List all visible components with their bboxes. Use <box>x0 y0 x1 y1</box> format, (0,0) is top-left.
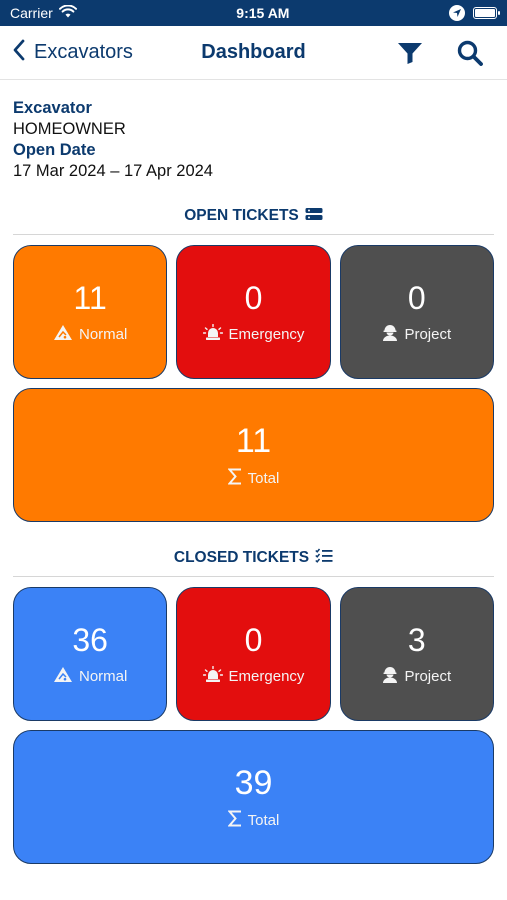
closed-emergency-count: 0 <box>244 621 263 658</box>
open-total-tile[interactable]: 11 Total <box>13 388 494 522</box>
closed-tickets-title: CLOSED TICKETS <box>173 549 310 566</box>
open-emergency-caption: Emergency <box>202 323 305 345</box>
closed-project-count: 3 <box>407 621 426 658</box>
open-total-caption: Total <box>226 468 280 489</box>
search-button[interactable] <box>457 40 483 66</box>
open-emergency-tile[interactable]: 0 Emergency <box>176 245 331 379</box>
filter-icon <box>398 42 422 64</box>
status-time: 9:15 AM <box>236 5 290 21</box>
open-tickets-divider <box>13 234 494 235</box>
closed-emergency-tile[interactable]: 0 Emergency <box>176 587 331 721</box>
closed-tickets-divider <box>13 576 494 577</box>
closed-project-label: Project <box>404 667 452 685</box>
chevron-left-icon <box>12 39 26 67</box>
location-icon <box>448 5 465 21</box>
open-normal-label: Normal <box>78 325 128 343</box>
open-normal-caption: Normal <box>53 324 127 345</box>
closed-tickets-header: CLOSED TICKETS <box>0 548 507 568</box>
nav-bar: Excavators Dashboard <box>0 26 507 80</box>
worker-icon <box>382 324 398 345</box>
checklist-icon <box>315 548 333 568</box>
filter-summary: Excavator HOMEOWNER Open Date 17 Mar 202… <box>0 80 507 182</box>
open-normal-count: 11 <box>73 279 107 316</box>
excavation-warning-icon <box>53 324 73 345</box>
open-total-count: 11 <box>235 421 272 460</box>
back-label: Excavators <box>34 41 133 63</box>
back-button[interactable]: Excavators <box>12 39 133 67</box>
carrier-label: Carrier <box>10 5 53 21</box>
open-tickets-grid: 11 Normal 0 Emergency 0 Project 11 Total <box>0 245 507 522</box>
closed-project-tile[interactable]: 3 Project <box>339 587 494 721</box>
open-date-value: 17 Mar 2024 – 17 Apr 2024 <box>13 162 213 180</box>
open-project-tile[interactable]: 0 Project <box>339 245 494 379</box>
siren-icon <box>202 323 223 345</box>
sigma-icon <box>226 468 242 489</box>
closed-project-caption: Project <box>382 666 451 687</box>
closed-total-tile[interactable]: 39 Total <box>13 730 494 864</box>
open-total-label: Total <box>247 469 280 487</box>
open-project-count: 0 <box>407 279 426 316</box>
closed-emergency-caption: Emergency <box>202 665 305 687</box>
open-emergency-label: Emergency <box>228 325 305 343</box>
worker-icon <box>382 666 398 687</box>
closed-normal-tile[interactable]: 36 Normal <box>13 587 168 721</box>
nav-actions <box>397 40 495 66</box>
closed-normal-caption: Normal <box>53 666 127 687</box>
closed-total-count: 39 <box>234 763 273 802</box>
excavator-label: Excavator <box>13 99 92 117</box>
closed-normal-count: 36 <box>72 621 108 658</box>
closed-total-caption: Total <box>226 810 280 831</box>
status-left: Carrier <box>10 4 77 21</box>
ticket-stack-icon <box>305 207 323 226</box>
open-project-caption: Project <box>382 324 451 345</box>
closed-total-label: Total <box>247 811 280 829</box>
status-right <box>448 5 500 21</box>
excavation-warning-icon <box>53 666 73 687</box>
search-icon <box>457 40 483 66</box>
wifi-icon <box>58 4 77 21</box>
closed-normal-label: Normal <box>78 667 128 685</box>
sigma-icon <box>226 810 242 831</box>
open-tickets-header: OPEN TICKETS <box>0 206 507 226</box>
open-emergency-count: 0 <box>244 279 263 316</box>
excavator-value: HOMEOWNER <box>13 120 126 138</box>
filter-button[interactable] <box>397 41 423 65</box>
closed-emergency-label: Emergency <box>228 667 305 685</box>
siren-icon <box>202 665 223 687</box>
open-project-label: Project <box>404 325 452 343</box>
status-bar: Carrier 9:15 AM <box>0 0 507 26</box>
open-normal-tile[interactable]: 11 Normal <box>13 245 168 379</box>
closed-tickets-grid: 36 Normal 0 Emergency 3 Project 39 Total <box>0 587 507 864</box>
open-tickets-row: 11 Normal 0 Emergency 0 Project <box>13 245 494 379</box>
open-tickets-title: OPEN TICKETS <box>184 207 299 224</box>
open-date-label: Open Date <box>13 141 96 159</box>
closed-tickets-row: 36 Normal 0 Emergency 3 Project <box>13 587 494 721</box>
battery-icon <box>472 7 500 19</box>
